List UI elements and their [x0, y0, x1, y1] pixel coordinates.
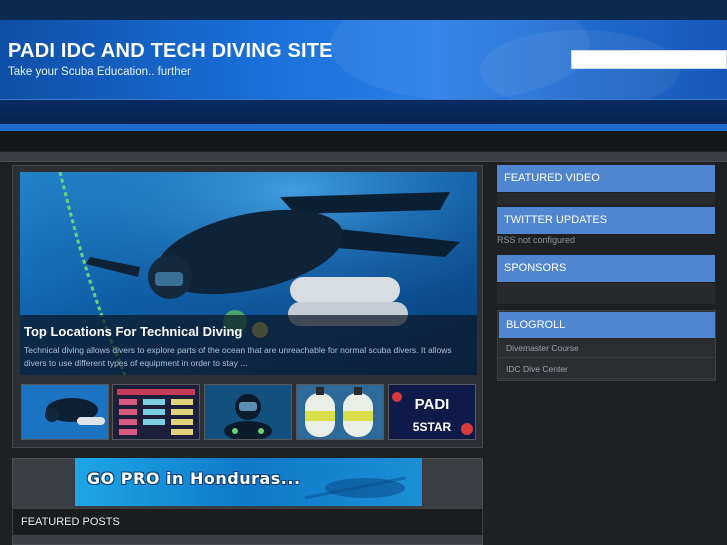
site-header: PADI IDC AND TECH DIVING SITE Take your …: [0, 20, 727, 131]
content-divider-bar: [0, 152, 727, 162]
padi-brand-text: PADI: [415, 396, 450, 413]
sponsors-label: SPONSORS: [504, 262, 567, 274]
featured-video-label: FEATURED VIDEO: [504, 172, 600, 184]
5star-badge-text: 5STAR: [413, 420, 452, 434]
slider-thumbnail-3[interactable]: [204, 384, 292, 440]
slider-caption-text: Technical diving allows divers to explor…: [24, 345, 452, 368]
padi-5star-thumbnail-icon: PADI 5STAR: [389, 385, 475, 439]
rss-not-configured-note: RSS not configured: [497, 235, 576, 245]
featured-video-widget-body: [497, 193, 715, 205]
site-title[interactable]: PADI IDC AND TECH DIVING SITE: [8, 40, 333, 63]
search-input[interactable]: [571, 50, 727, 69]
scuba-tanks-thumbnail-icon: [297, 385, 383, 439]
twitter-updates-label: TWITTER UPDATES: [504, 214, 608, 226]
table-chart-thumbnail-icon: [113, 385, 199, 439]
header-spacer: [0, 131, 727, 151]
banner-text: GO PRO in Honduras...: [87, 469, 301, 488]
blogroll-label: BLOGROLL: [506, 319, 566, 331]
water-ripple: [480, 30, 680, 110]
featured-posts-heading: FEATURED POSTS: [21, 516, 120, 528]
diver-thumbnail-icon: [22, 385, 108, 439]
nav-bar: [0, 99, 727, 126]
slider-thumbnail-2[interactable]: [112, 384, 200, 440]
blogroll-link-divemaster-course[interactable]: Divemaster Course: [499, 338, 715, 358]
slider-thumbnail-1[interactable]: [21, 384, 109, 440]
top-bar: [0, 0, 727, 20]
slider-thumbnail-5[interactable]: PADI 5STAR: [388, 384, 476, 440]
blogroll-widget-title: BLOGROLL: [499, 312, 715, 338]
sponsors-widget-title: SPONSORS: [497, 255, 715, 282]
header-bottom-strip: [0, 124, 727, 131]
slider-caption: Top Locations For Technical Diving Techn…: [20, 315, 477, 375]
go-pro-banner[interactable]: GO PRO in Honduras...: [75, 458, 422, 506]
diver-portrait-thumbnail-icon: [205, 385, 291, 439]
featured-posts-heading-bar: FEATURED POSTS: [12, 508, 483, 536]
slider-hero-image[interactable]: Top Locations For Technical Diving Techn…: [20, 172, 477, 375]
sponsors-widget-body: [497, 283, 715, 304]
slider-caption-title[interactable]: Top Locations For Technical Diving: [24, 324, 242, 339]
blogroll-link-label: Divemaster Course: [506, 343, 579, 353]
site-tagline: Take your Scuba Education.. further: [8, 66, 191, 78]
twitter-updates-widget-title: TWITTER UPDATES: [497, 207, 715, 234]
featured-video-widget-title: FEATURED VIDEO: [497, 165, 715, 192]
blogroll-link-idc-dive-center[interactable]: IDC Dive Center: [499, 359, 715, 379]
slider-thumbnail-4[interactable]: [296, 384, 384, 440]
blogroll-link-label: IDC Dive Center: [506, 364, 568, 374]
